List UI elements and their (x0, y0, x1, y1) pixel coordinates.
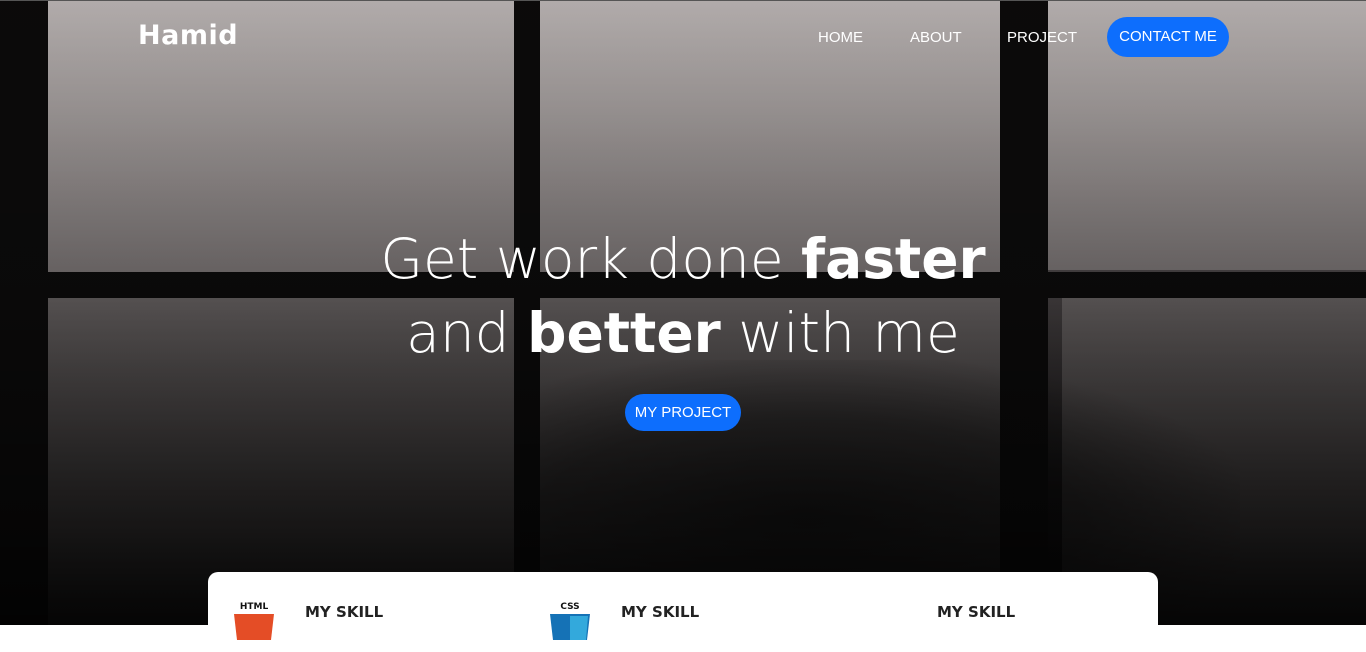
skill-item: HTML MY SKILL (208, 572, 524, 640)
skill-item: MY SKILL (840, 572, 1156, 632)
my-project-button[interactable]: MY PROJECT (625, 394, 741, 431)
skill-title: MY SKILL (621, 603, 700, 621)
js-icon (848, 600, 928, 640)
nav-home-link[interactable]: HOME (818, 29, 863, 46)
hero-headline: Get work done faster and better with me (283, 222, 1083, 370)
headline-emphasis: faster (801, 227, 986, 291)
main-nav: HOME ABOUT PROJECT CONTACT ME (0, 17, 1366, 59)
top-border (0, 0, 1366, 1)
html5-icon-label: HTML (240, 602, 269, 612)
headline-text: with me (720, 301, 960, 365)
nav-about-link[interactable]: ABOUT (910, 29, 962, 46)
headline-text: Get work done (380, 227, 802, 291)
contact-me-button[interactable]: CONTACT ME (1107, 17, 1229, 57)
headline-emphasis: better (527, 301, 721, 365)
skill-item: CSS MY SKILL (524, 572, 840, 640)
css3-icon: CSS (550, 602, 590, 640)
skill-title: MY SKILL (937, 603, 1016, 621)
html5-icon: HTML (234, 602, 274, 640)
headline-text: and (406, 301, 528, 365)
nav-project-link[interactable]: PROJECT (1007, 29, 1077, 46)
skill-title: MY SKILL (305, 603, 384, 621)
skills-card: HTML MY SKILL CSS MY SKILL MY SKILL (208, 572, 1158, 652)
headline-line-2: and better with me (283, 296, 1083, 370)
headline-line-1: Get work done faster (283, 222, 1083, 296)
css3-icon-label: CSS (560, 602, 579, 612)
